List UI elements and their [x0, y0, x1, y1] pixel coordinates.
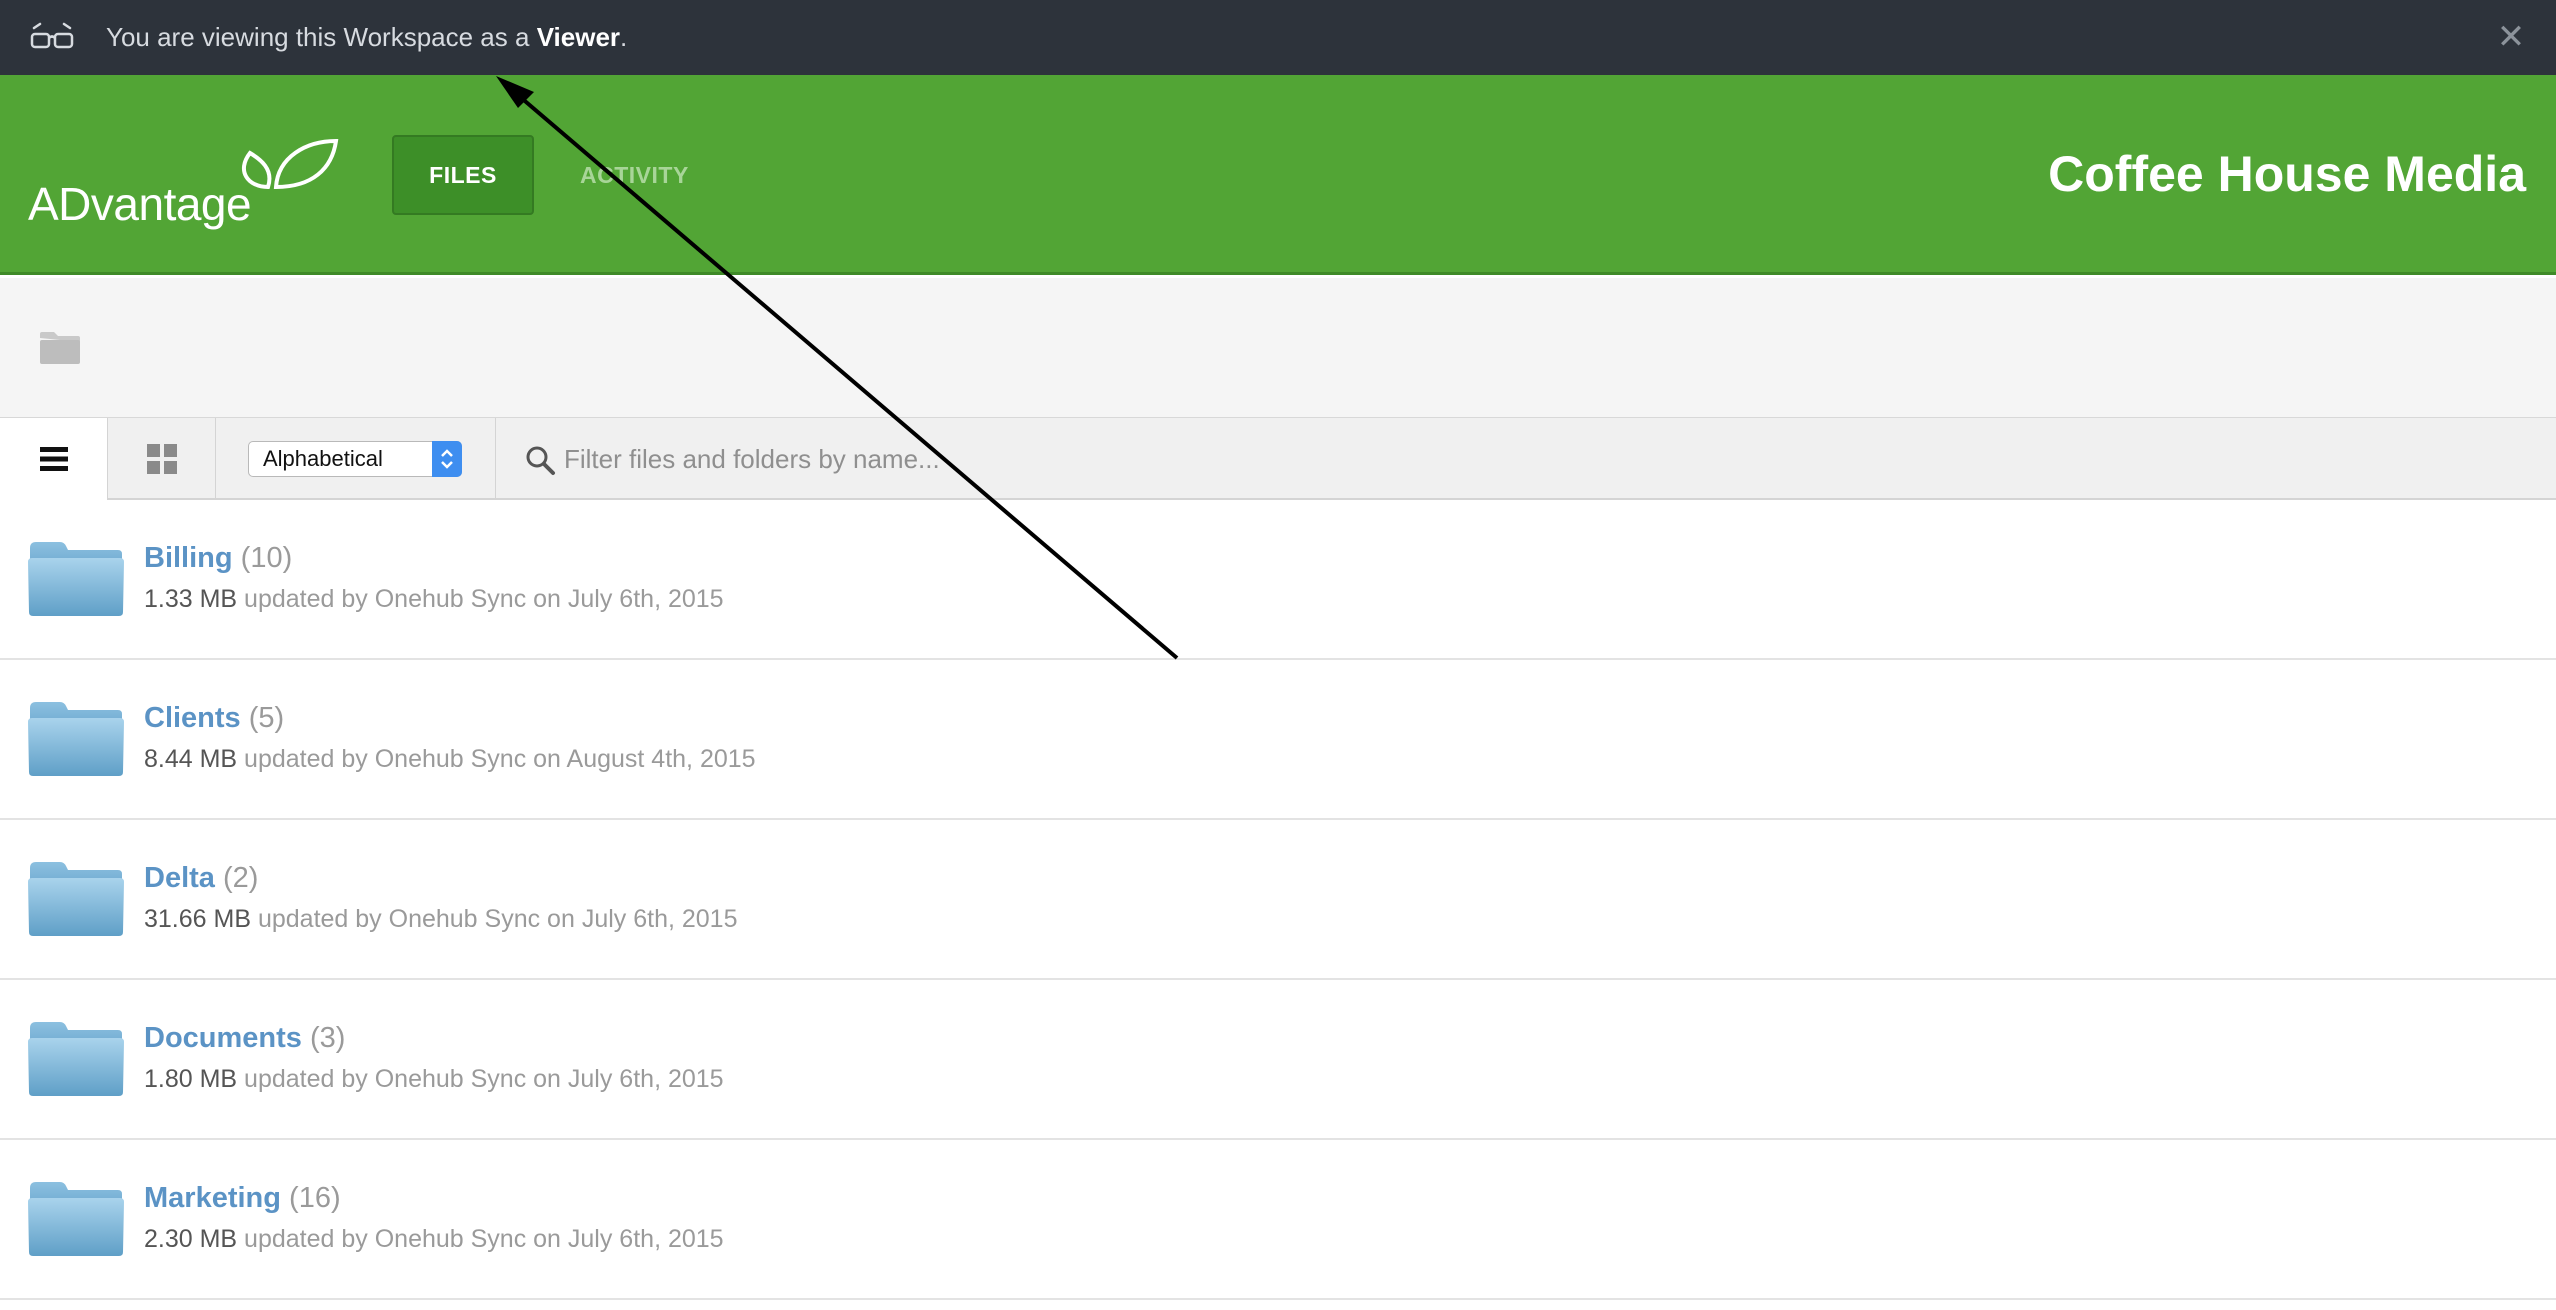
- folder-size: 2.30 MB: [144, 1225, 238, 1253]
- folder-name[interactable]: Documents: [144, 1022, 302, 1054]
- list-icon: [39, 447, 68, 471]
- viewer-role: Viewer: [536, 22, 621, 52]
- folder-count: (10): [240, 542, 293, 574]
- filter-input[interactable]: [564, 436, 2264, 482]
- folder-size: 1.33 MB: [144, 585, 238, 613]
- folder-count: (3): [309, 1022, 346, 1054]
- folder-count: (2): [222, 862, 259, 894]
- folder-list: Billing (10) 1.33 MB updated by Onehub S…: [0, 500, 2556, 1300]
- folder-meta: updated by Onehub Sync on July 6th, 2015: [251, 905, 738, 933]
- folder-size: 1.80 MB: [144, 1065, 238, 1093]
- close-icon[interactable]: ✕: [2496, 20, 2526, 54]
- app-header: ADvantage FILES ACTIVITY Coffee House Me…: [0, 75, 2556, 275]
- list-item[interactable]: Delta (2) 31.66 MB updated by Onehub Syn…: [0, 820, 2556, 980]
- list-view-button[interactable]: [0, 418, 108, 500]
- file-toolbar: Alphabetical: [0, 418, 2556, 500]
- list-item[interactable]: Marketing (16) 2.30 MB updated by Onehub…: [0, 1140, 2556, 1300]
- folder-meta: updated by Onehub Sync on August 4th, 20…: [237, 745, 756, 773]
- folder-size: 31.66 MB: [144, 905, 252, 933]
- folder-meta: updated by Onehub Sync on July 6th, 2015: [237, 585, 724, 613]
- sort-select[interactable]: Alphabetical: [248, 441, 462, 477]
- folder-meta: updated by Onehub Sync on July 6th, 2015: [237, 1225, 724, 1253]
- tab-files[interactable]: FILES: [392, 135, 534, 215]
- select-stepper-icon: [432, 441, 462, 477]
- folder-icon: [28, 862, 124, 936]
- viewer-notice-bar: You are viewing this Workspace as a View…: [0, 0, 2556, 75]
- folder-name[interactable]: Marketing: [144, 1182, 281, 1214]
- logo-text: ADvantage: [28, 178, 252, 230]
- glasses-icon: [30, 22, 74, 49]
- folder-icon[interactable]: [38, 330, 82, 366]
- filter-container: [524, 418, 2324, 500]
- advantage-logo: ADvantage: [28, 125, 339, 235]
- breadcrumb: [0, 278, 2556, 418]
- list-item[interactable]: Clients (5) 8.44 MB updated by Onehub Sy…: [0, 660, 2556, 820]
- list-item[interactable]: Billing (10) 1.33 MB updated by Onehub S…: [0, 500, 2556, 660]
- search-icon: [526, 446, 555, 475]
- folder-count: (16): [289, 1182, 341, 1214]
- grid-view-button[interactable]: [108, 418, 216, 500]
- folder-count: (5): [248, 702, 285, 734]
- sort-container: Alphabetical: [216, 418, 496, 500]
- viewer-notice-message: You are viewing this Workspace as a View…: [106, 22, 628, 52]
- folder-icon: [28, 702, 124, 776]
- folder-icon: [28, 542, 124, 616]
- folder-name[interactable]: Delta: [144, 862, 215, 894]
- tab-activity[interactable]: ACTIVITY: [580, 135, 689, 215]
- folder-icon: [28, 1182, 124, 1256]
- sort-value: Alphabetical: [263, 446, 383, 471]
- folder-size: 8.44 MB: [144, 745, 238, 773]
- workspace-name: Coffee House Media: [2048, 146, 2526, 202]
- folder-icon: [28, 1022, 124, 1096]
- folder-name[interactable]: Clients: [144, 702, 241, 734]
- grid-icon: [146, 444, 177, 474]
- folder-name[interactable]: Billing: [144, 542, 233, 574]
- list-item[interactable]: Documents (3) 1.80 MB updated by Onehub …: [0, 980, 2556, 1140]
- folder-meta: updated by Onehub Sync on July 6th, 2015: [237, 1065, 724, 1093]
